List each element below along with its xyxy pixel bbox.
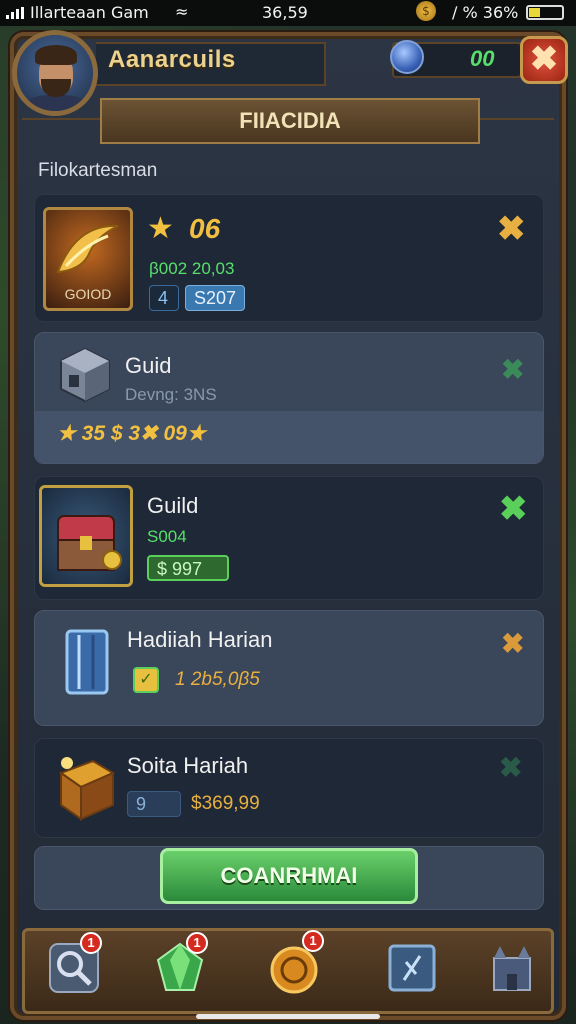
list-item[interactable]: Hadiiah Harian ✓ 1 2b5,0β5 ✖ <box>34 610 544 726</box>
item-detail: 1 2b5,0β5 <box>175 669 260 690</box>
close-icon[interactable]: ✖ <box>501 627 524 660</box>
wifi-icon: ≈ <box>175 2 189 21</box>
rune-tablet-icon <box>388 944 436 992</box>
item-detail: $369,99 <box>191 793 260 814</box>
close-button[interactable]: ✖ <box>520 36 568 84</box>
carrier-name: Illarteaan Gam <box>30 3 149 22</box>
panel-title: FIIACIDIA <box>239 108 341 133</box>
list-item[interactable]: Guild S004 $ 997 ✖ <box>34 476 544 600</box>
list-item[interactable]: Guid Devng: 3NS ★ 35 $ 3✖ 09★ ✖ <box>34 332 544 464</box>
item-title: Hadiiah Harian <box>127 627 273 652</box>
castle-icon <box>493 946 531 991</box>
close-icon[interactable]: ✖ <box>499 751 522 784</box>
notification-badge: 1 <box>80 932 102 954</box>
tab-search[interactable]: 1 <box>46 932 102 996</box>
star-icon: ★ <box>147 212 174 245</box>
confirm-button[interactable]: COANRHMAI <box>160 848 418 904</box>
check-icon: ✓ <box>133 667 159 693</box>
gem-count: 00 <box>470 46 495 71</box>
item-detail: S004 <box>147 527 187 546</box>
coin-status-icon: $ <box>416 1 436 21</box>
player-avatar[interactable] <box>12 30 98 116</box>
item-title: Guid <box>125 353 172 378</box>
section-label: Filokartesman <box>38 160 158 181</box>
golden-box-icon <box>53 749 119 825</box>
list-item[interactable]: GOIOD ★ 06 β002 20,03 4 S207 ✖ <box>34 194 544 322</box>
clock: 36,59 <box>262 3 308 22</box>
notification-badge: 1 <box>186 932 208 954</box>
level-badge: 4 <box>149 285 179 311</box>
battery-icon <box>526 5 564 20</box>
close-icon[interactable]: ✖ <box>501 353 524 386</box>
list-item[interactable]: Soita Hariah 9 $369,99 ✖ <box>34 738 544 838</box>
home-indicator[interactable] <box>196 1014 380 1019</box>
tab-castle[interactable] <box>484 940 540 996</box>
close-icon[interactable]: ✖ <box>497 209 526 249</box>
confirm-label: COANRHMAI <box>220 863 358 888</box>
reward-values: ★ 35 $ 3✖ 09★ <box>57 422 206 445</box>
panel-title-plate: FIIACIDIA <box>100 98 480 144</box>
stone-cube-icon <box>57 345 113 405</box>
item-title: Guild <box>147 493 199 518</box>
item-title: Soita Hariah <box>127 753 249 778</box>
tab-runes[interactable] <box>384 940 440 996</box>
blue-gem-icon <box>390 40 424 74</box>
item-detail: β002 20,03 <box>149 259 235 278</box>
gold-scythe-icon: GOIOD <box>43 207 133 311</box>
player-name: Aanarcuils <box>108 46 236 73</box>
price-button[interactable]: $ 997 <box>147 555 229 581</box>
close-icon[interactable]: ✖ <box>499 489 528 529</box>
notification-badge: 1 <box>302 930 324 952</box>
value-badge: S207 <box>185 285 246 311</box>
status-bar: Illarteaan Gam ≈ 36,59 $ ∕ % 36% <box>0 0 576 26</box>
icon-caption: GOIOD <box>64 286 112 302</box>
tab-coins[interactable]: 1 <box>266 930 324 996</box>
item-detail: Devng: 3NS <box>125 385 217 404</box>
treasure-chest-icon <box>39 485 133 587</box>
tab-gems[interactable]: 1 <box>152 932 208 996</box>
count-badge: 9 <box>127 791 181 817</box>
signal-icon <box>6 7 24 19</box>
crystal-pillar-icon <box>59 625 115 699</box>
status-right-text: ∕ % 36% <box>452 3 519 22</box>
star-value: 06 <box>189 213 221 244</box>
